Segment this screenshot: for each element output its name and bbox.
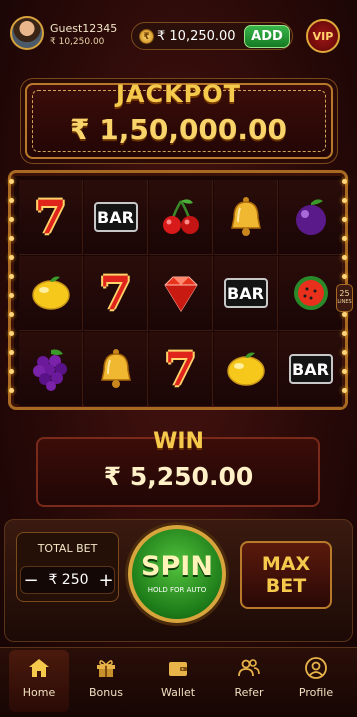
marquee-bulb — [342, 274, 347, 279]
nav-label: Profile — [298, 686, 334, 699]
reel-cell: BAR — [84, 180, 148, 255]
watermelon-icon — [289, 271, 333, 315]
reel-cell: 7 — [149, 332, 213, 407]
users-icon — [237, 656, 261, 680]
paylines-count: 25 — [339, 289, 350, 298]
marquee-bulb — [9, 331, 14, 336]
spin-label: SPIN — [141, 551, 213, 582]
reel-cell — [19, 332, 83, 407]
user-balance: ₹ 10,250.00 — [50, 37, 105, 47]
reel-cell: 7 — [84, 256, 148, 331]
marquee-bulb — [342, 350, 347, 355]
reel-cell — [214, 180, 278, 255]
nav-refer[interactable]: Refer — [219, 650, 279, 712]
wallet-balance: ₹ 10,250.00 — [157, 29, 236, 44]
marquee-bulb — [9, 369, 14, 374]
marquee-bulb — [342, 388, 347, 393]
total-bet-label: TOTAL BET — [37, 542, 98, 555]
bar-symbol: BAR — [93, 202, 138, 232]
grapes-icon — [29, 346, 73, 392]
bet-value: ₹ 250 — [48, 572, 89, 588]
seven-symbol: 7 — [99, 266, 132, 320]
cherry-icon — [159, 195, 203, 239]
profile-icon — [304, 656, 328, 680]
reel-cell — [214, 332, 278, 407]
marquee-bulb — [342, 255, 347, 260]
home-icon — [27, 656, 51, 680]
max-bet-line1: MAX — [261, 553, 311, 575]
max-bet-button[interactable]: MAX BET — [240, 541, 332, 609]
win-title: WIN — [153, 429, 204, 454]
rupee-coin-icon: ₹ — [139, 29, 154, 44]
diamond-icon — [155, 271, 207, 315]
bell-icon — [94, 346, 138, 392]
bar-symbol: BAR — [288, 354, 333, 384]
marquee-bulb — [9, 388, 14, 393]
reel-cell: BAR — [279, 332, 343, 407]
nav-home[interactable]: Home — [9, 650, 69, 712]
win-amount: ₹ 5,250.00 — [103, 462, 254, 491]
nav-label: Home — [22, 686, 56, 699]
marquee-bulb — [342, 236, 347, 241]
reel-cell: BAR — [214, 256, 278, 331]
reel-cell — [279, 256, 343, 331]
avatar[interactable] — [10, 16, 44, 50]
marquee-bulb — [9, 236, 14, 241]
username: Guest12345 — [50, 22, 118, 35]
marquee-bulb — [9, 293, 14, 298]
decrease-bet-button[interactable]: − — [21, 566, 41, 594]
increase-bet-button[interactable]: + — [96, 566, 116, 594]
reel-cell: 7 — [19, 180, 83, 255]
add-funds-button[interactable]: ADD — [244, 25, 290, 48]
paylines-badge[interactable]: 25 LINES — [336, 284, 353, 312]
marquee-bulb — [9, 198, 14, 203]
plum-icon — [289, 195, 333, 239]
wallet-icon — [166, 656, 190, 680]
reel-cell — [149, 256, 213, 331]
gift-icon — [94, 656, 118, 680]
marquee-bulb — [342, 331, 347, 336]
lemon-icon — [28, 271, 74, 315]
nav-label: Wallet — [160, 686, 196, 699]
reel-cell — [149, 180, 213, 255]
nav-profile[interactable]: Profile — [286, 650, 346, 712]
nav-wallet[interactable]: Wallet — [148, 650, 208, 712]
vip-badge[interactable]: VIP — [306, 19, 340, 53]
marquee-bulb — [9, 312, 14, 317]
marquee-bulb — [342, 179, 347, 184]
reel-cell — [84, 332, 148, 407]
lemon-icon — [223, 347, 269, 391]
jackpot-amount: ₹ 1,50,000.00 — [70, 113, 287, 146]
marquee-bulb — [9, 255, 14, 260]
seven-symbol: 7 — [164, 342, 197, 396]
marquee-bulb — [9, 350, 14, 355]
reel-cell — [279, 180, 343, 255]
nav-label: Bonus — [89, 686, 123, 699]
max-bet-line2: BET — [265, 575, 307, 597]
reel-cell — [19, 256, 83, 331]
seven-symbol: 7 — [34, 190, 67, 244]
bell-icon — [224, 194, 268, 240]
nav-label: Refer — [234, 686, 264, 699]
spin-sublabel: HOLD FOR AUTO — [147, 586, 207, 594]
marquee-bulb — [9, 217, 14, 222]
marquee-bulb — [9, 274, 14, 279]
reel-grid: 7 BAR 7 BAR 7 BAR — [8, 170, 348, 410]
paylines-label: LINES — [337, 299, 352, 305]
nav-bonus[interactable]: Bonus — [76, 650, 136, 712]
jackpot-title: JACKPOT — [115, 80, 242, 108]
marquee-bulb — [342, 198, 347, 203]
bar-symbol: BAR — [223, 278, 268, 308]
marquee-bulb — [9, 179, 14, 184]
marquee-bulb — [342, 369, 347, 374]
marquee-bulb — [342, 312, 347, 317]
marquee-bulb — [342, 217, 347, 222]
